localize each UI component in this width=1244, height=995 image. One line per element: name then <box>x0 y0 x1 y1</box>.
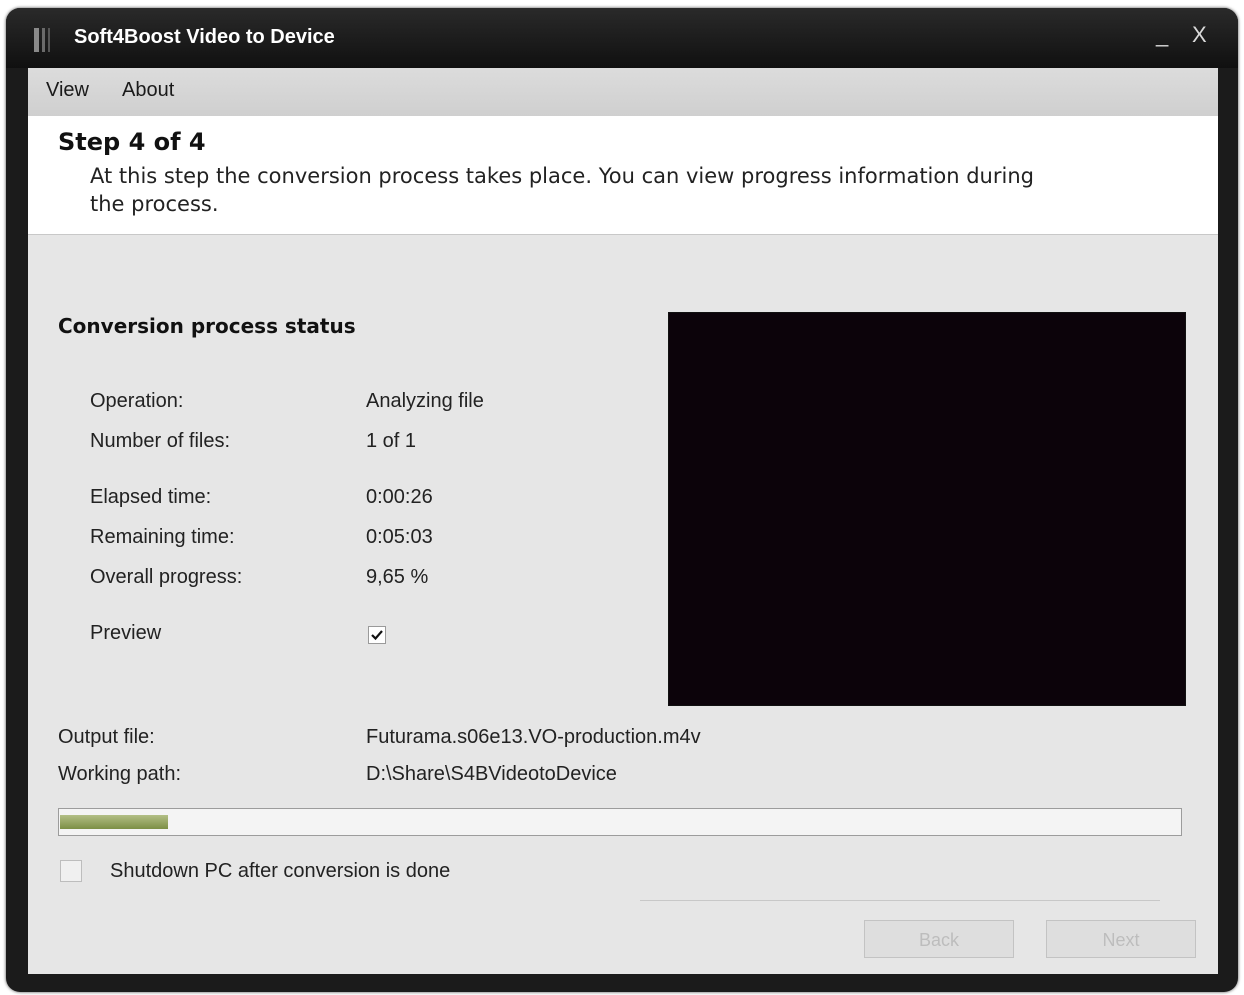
divider <box>640 900 1160 901</box>
step-header: Step 4 of 4 At this step the conversion … <box>28 116 1218 235</box>
shutdown-label: Shutdown PC after conversion is done <box>110 860 451 882</box>
overall-progress-label: Overall progress: <box>90 566 243 588</box>
title-bar[interactable]: Soft4Boost Video to Device _ X <box>6 8 1238 68</box>
files-count-label: Number of files: <box>90 430 231 452</box>
menu-about[interactable]: About <box>122 79 174 102</box>
operation-label: Operation: <box>90 390 184 412</box>
progress-bar <box>58 808 1182 836</box>
working-path-label: Working path: <box>58 763 182 785</box>
remaining-time-label: Remaining time: <box>90 526 235 548</box>
output-file-label: Output file: <box>58 726 155 748</box>
close-button[interactable]: X <box>1192 22 1207 48</box>
main-panel: View About Step 4 of 4 At this step the … <box>28 68 1218 974</box>
operation-value: Analyzing file <box>366 390 484 412</box>
elapsed-time-label: Elapsed time: <box>90 486 212 508</box>
elapsed-time-value: 0:00:26 <box>366 486 433 508</box>
menu-view[interactable]: View <box>46 79 89 102</box>
remaining-time-value: 0:05:03 <box>366 526 433 548</box>
minimize-button[interactable]: _ <box>1156 22 1168 48</box>
checkmark-icon <box>371 630 383 641</box>
section-title: Conversion process status <box>58 314 356 338</box>
step-title: Step 4 of 4 <box>58 128 206 156</box>
output-file-value: Futurama.s06e13.VO-production.m4v <box>366 726 701 748</box>
window-title: Soft4Boost Video to Device <box>74 26 335 48</box>
next-button[interactable]: Next <box>1046 920 1196 958</box>
app-logo-icon <box>34 28 50 52</box>
working-path-value: D:\Share\S4BVideotoDevice <box>366 763 617 785</box>
overall-progress-value: 9,65 % <box>366 566 429 588</box>
preview-checkbox[interactable] <box>368 626 386 644</box>
step-description: At this step the conversion process take… <box>90 164 1034 216</box>
shutdown-checkbox[interactable] <box>60 860 82 882</box>
files-count-value: 1 of 1 <box>366 430 417 452</box>
progress-fill <box>60 815 168 829</box>
back-button[interactable]: Back <box>864 920 1014 958</box>
preview-label: Preview <box>90 622 162 644</box>
app-window: Soft4Boost Video to Device _ X View Abou… <box>6 8 1238 992</box>
video-preview <box>668 312 1186 706</box>
menu-bar: View About <box>28 68 1218 116</box>
